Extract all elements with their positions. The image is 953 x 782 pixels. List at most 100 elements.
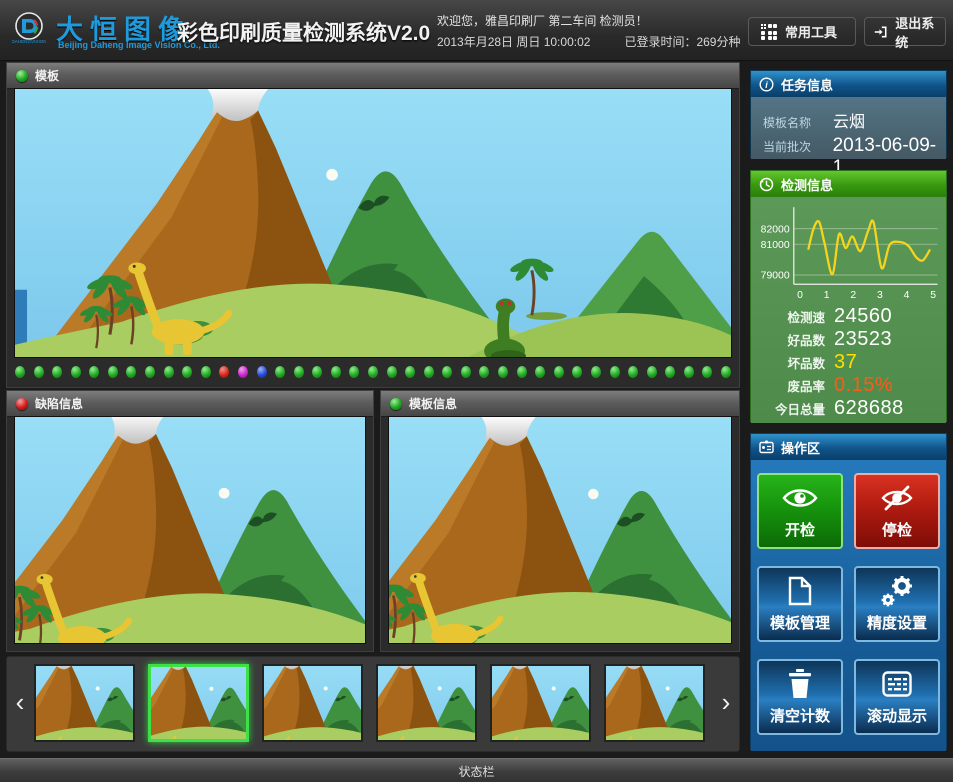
- indicator-dot: [721, 366, 731, 378]
- welcome-text: 欢迎您，雅昌印刷厂 第二车间 检测员！: [437, 12, 648, 29]
- filmstrip-thumbnail[interactable]: [262, 664, 363, 742]
- detect-info-panel: 检测信息 820008100079000012345 检测速 24560 好品数…: [750, 170, 947, 422]
- scroll-display-button[interactable]: 滚动显示: [854, 659, 940, 735]
- indicator-dot: [442, 366, 452, 378]
- indicator-dot: [257, 366, 267, 378]
- clear-count-button[interactable]: 清空计数: [757, 659, 843, 735]
- status-bar-text: 状态栏: [458, 763, 494, 780]
- indicator-dot: [15, 366, 25, 378]
- stat-label: 好品数: [759, 330, 825, 349]
- filmstrip-thumbnails: [34, 664, 705, 742]
- dateline: 2013年月28日 周日 10:00:02 已登录时间：269分种: [437, 33, 740, 50]
- start-inspection-button[interactable]: 开检: [757, 473, 843, 549]
- filmstrip-thumbnail[interactable]: [34, 664, 135, 742]
- template-image: [15, 89, 731, 357]
- stat-label: 今日总量: [759, 399, 825, 418]
- filmstrip-next-arrow[interactable]: ›: [717, 685, 735, 719]
- template-panel: 模板: [6, 62, 740, 388]
- indicator-dot: [461, 366, 471, 378]
- template-manage-label: 模板管理: [770, 612, 830, 633]
- indicator-dot: [517, 366, 527, 378]
- indicator-dot: [368, 366, 378, 378]
- indicator-dot: [535, 366, 545, 378]
- common-tools-button[interactable]: 常用工具: [748, 17, 856, 46]
- template-info-panel: 模板信息: [380, 390, 740, 652]
- indicator-dot: [201, 366, 211, 378]
- eye-icon: [781, 482, 819, 514]
- precision-settings-label: 精度设置: [867, 612, 927, 633]
- indicator-dot: [349, 366, 359, 378]
- indicator-dot: [628, 366, 638, 378]
- detect-stats: 检测速 24560 好品数 23523 坏品数 37 废品率 0.15% 今日总…: [751, 305, 946, 420]
- precision-settings-button[interactable]: 精度设置: [854, 566, 940, 642]
- task-info-panel: i 任务信息 模板名称 云烟 当前批次 2013-06-09-1: [750, 70, 947, 158]
- indicator-dot: [331, 366, 341, 378]
- stat-row: 检测速 24560: [751, 305, 946, 328]
- filmstrip-thumbnail[interactable]: [604, 664, 705, 742]
- defect-info-panel: 缺陷信息: [6, 390, 374, 652]
- template-panel-header: 模板: [7, 63, 739, 89]
- operations-title: 操作区: [781, 438, 820, 457]
- template-manage-button[interactable]: 模板管理: [757, 566, 843, 642]
- template-info-image-area[interactable]: [388, 416, 732, 644]
- filmstrip-panel: ‹ ›: [6, 656, 740, 752]
- current-batch-label: 当前批次: [763, 138, 825, 155]
- filmstrip-thumbnail[interactable]: [148, 664, 249, 742]
- filmstrip-prev-arrow[interactable]: ‹: [11, 685, 29, 719]
- indicator-dots: [15, 360, 731, 384]
- status-bar: 状态栏: [0, 758, 953, 782]
- defect-image-area[interactable]: [14, 416, 366, 644]
- indicator-dot: [572, 366, 582, 378]
- start-inspection-label: 开检: [785, 519, 815, 540]
- task-info-header: i 任务信息: [751, 71, 946, 97]
- stat-row: 坏品数 37: [751, 351, 946, 374]
- trash-icon: [787, 668, 813, 700]
- indicator-dot: [89, 366, 99, 378]
- template-status-light: [16, 70, 28, 82]
- document-icon: [787, 575, 813, 607]
- info-icon: i: [759, 77, 774, 92]
- svg-text:i: i: [765, 80, 768, 90]
- stop-inspection-label: 停检: [882, 519, 912, 540]
- stat-row: 今日总量 628688: [751, 397, 946, 420]
- indicator-dot: [498, 366, 508, 378]
- indicator-dot: [294, 366, 304, 378]
- operations-body: 开检 停检 模板管: [751, 460, 946, 751]
- stat-row: 废品率 0.15%: [751, 374, 946, 397]
- indicator-dot: [424, 366, 434, 378]
- defect-panel-header: 缺陷信息: [7, 391, 373, 417]
- datetime-text: 2013年月28日 周日 10:00:02: [437, 33, 590, 50]
- template-panel-title: 模板: [35, 67, 59, 84]
- detect-info-body: 820008100079000012345 检测速 24560 好品数 2352…: [751, 197, 946, 423]
- indicator-dot: [702, 366, 712, 378]
- indicator-dot: [182, 366, 192, 378]
- indicator-dot: [405, 366, 415, 378]
- indicator-dot: [145, 366, 155, 378]
- indicator-dot: [219, 366, 229, 378]
- filmstrip-thumbnail[interactable]: [490, 664, 591, 742]
- daheng-logo-icon: DAHENGVISION: [12, 11, 46, 45]
- template-info-panel-header: 模板信息: [381, 391, 739, 417]
- stop-inspection-button[interactable]: 停检: [854, 473, 940, 549]
- indicator-dot: [126, 366, 136, 378]
- header-bar: DAHENGVISION 大恒图像 Beijing Daheng Image V…: [0, 0, 953, 61]
- indicator-dot: [610, 366, 620, 378]
- exit-system-button[interactable]: 退出系统: [864, 17, 946, 46]
- task-row-template-name: 模板名称 云烟: [763, 108, 946, 132]
- template-info-status-light: [390, 398, 402, 410]
- svg-text:79000: 79000: [760, 271, 789, 282]
- common-tools-label: 常用工具: [785, 22, 837, 41]
- filmstrip-thumbnail[interactable]: [376, 664, 477, 742]
- indicator-dot: [275, 366, 285, 378]
- session-text: 已登录时间：269分种: [624, 33, 740, 50]
- indicator-dot: [554, 366, 564, 378]
- exit-system-label: 退出系统: [895, 13, 936, 51]
- template-image-area[interactable]: [14, 88, 732, 358]
- indicator-dot: [71, 366, 81, 378]
- history-clock-icon: [759, 177, 774, 192]
- stat-value: 24560: [834, 305, 892, 328]
- detect-info-title: 检测信息: [781, 175, 833, 194]
- svg-text:0: 0: [797, 290, 803, 301]
- indicator-dot: [647, 366, 657, 378]
- speed-line-chart: 820008100079000012345: [756, 203, 942, 303]
